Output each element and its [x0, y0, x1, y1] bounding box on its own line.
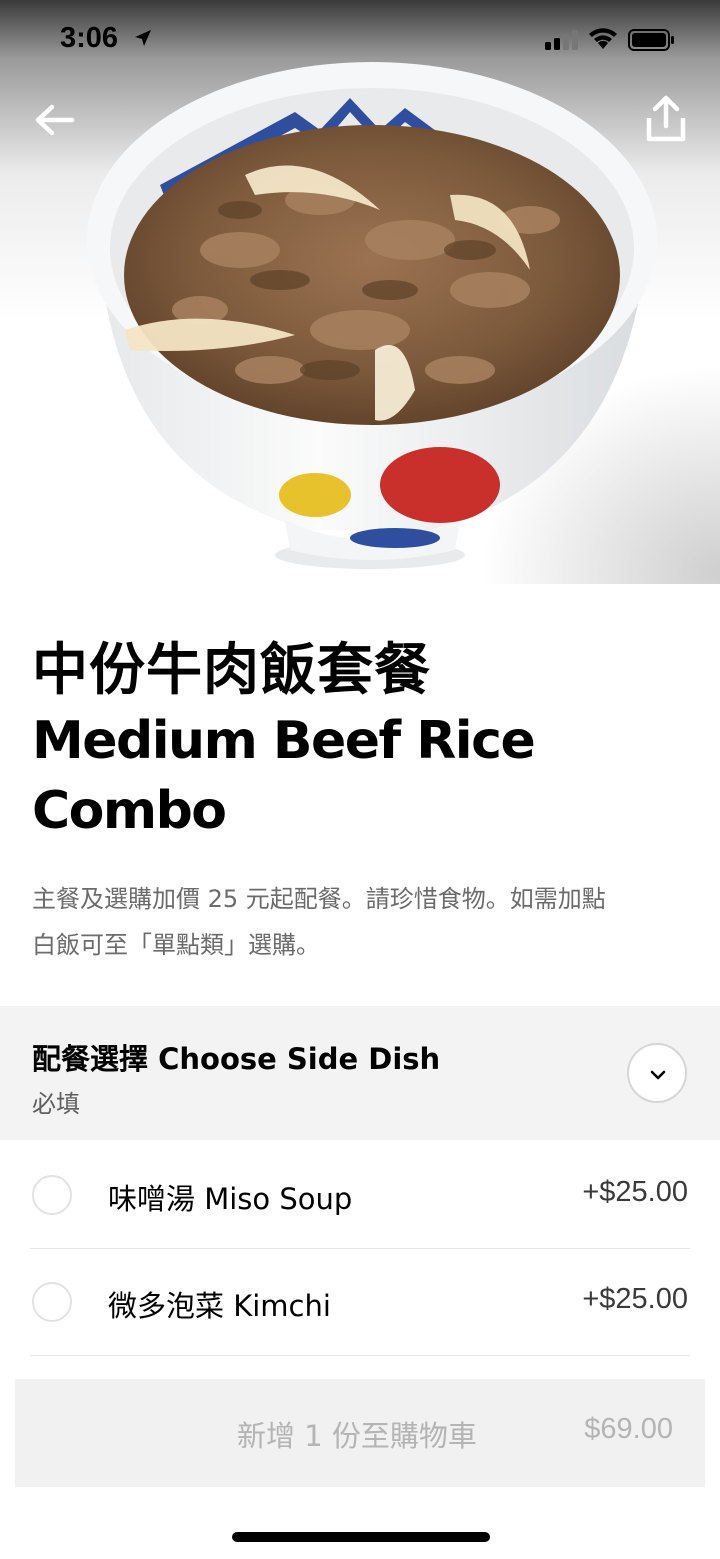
item-detail-screen: 3:06 中份牛肉飯套餐 Medium Beef Rice Combo 主餐及選…	[0, 0, 720, 1559]
option-price: +$25.00	[582, 1283, 688, 1315]
hero-image-area	[0, 0, 720, 584]
option-kimchi[interactable]: 微多泡菜 Kimchi +$25.00	[0, 1249, 720, 1356]
collapse-button[interactable]	[627, 1043, 687, 1103]
item-title-en-line2: Combo	[32, 781, 227, 841]
home-indicator[interactable]	[232, 1532, 490, 1542]
item-description-line2: 白飯可至「單點類」選購。	[32, 931, 320, 959]
option-miso-soup[interactable]: 味噌湯 Miso Soup +$25.00	[0, 1142, 720, 1249]
item-title-en-line1: Medium Beef Rice	[32, 711, 536, 771]
option-divider	[30, 1355, 690, 1356]
item-description: 主餐及選購加價 25 元起配餐。請珍惜食物。如需加點 白飯可至「單點類」選購。	[32, 876, 692, 968]
add-to-cart-button[interactable]: 新增 1 份至購物車 $69.00	[15, 1379, 705, 1487]
option-label: 微多泡菜 Kimchi	[108, 1289, 331, 1323]
item-title-zh: 中份牛肉飯套餐	[32, 638, 431, 703]
option-radio[interactable]	[32, 1282, 72, 1322]
option-radio[interactable]	[32, 1175, 72, 1215]
item-title: 中份牛肉飯套餐 Medium Beef Rice Combo	[32, 636, 692, 846]
required-label: 必填	[32, 1090, 80, 1118]
arrow-left-icon	[35, 104, 75, 136]
battery-icon	[628, 29, 674, 51]
section-title: 配餐選擇 Choose Side Dish	[32, 1042, 441, 1076]
option-label: 味噌湯 Miso Soup	[108, 1182, 353, 1216]
add-to-cart-label: 新增 1 份至購物車	[237, 1419, 477, 1453]
status-time: 3:06	[60, 22, 119, 54]
status-bar: 3:06	[0, 0, 720, 80]
add-to-cart-price: $69.00	[584, 1413, 673, 1445]
back-button[interactable]	[30, 98, 78, 146]
side-dish-section-header[interactable]: 配餐選擇 Choose Side Dish 必填	[0, 1006, 720, 1140]
chevron-down-icon	[650, 1070, 666, 1080]
cellular-signal-icon	[545, 30, 578, 50]
option-price: +$25.00	[582, 1176, 688, 1208]
location-arrow-icon	[135, 30, 151, 46]
beef-rice-bowl-photo	[87, 62, 657, 569]
share-button[interactable]	[644, 94, 688, 144]
item-description-line1: 主餐及選購加價 25 元起配餐。請珍惜食物。如需加點	[32, 885, 606, 913]
share-icon	[646, 95, 686, 142]
wifi-icon	[589, 28, 617, 49]
